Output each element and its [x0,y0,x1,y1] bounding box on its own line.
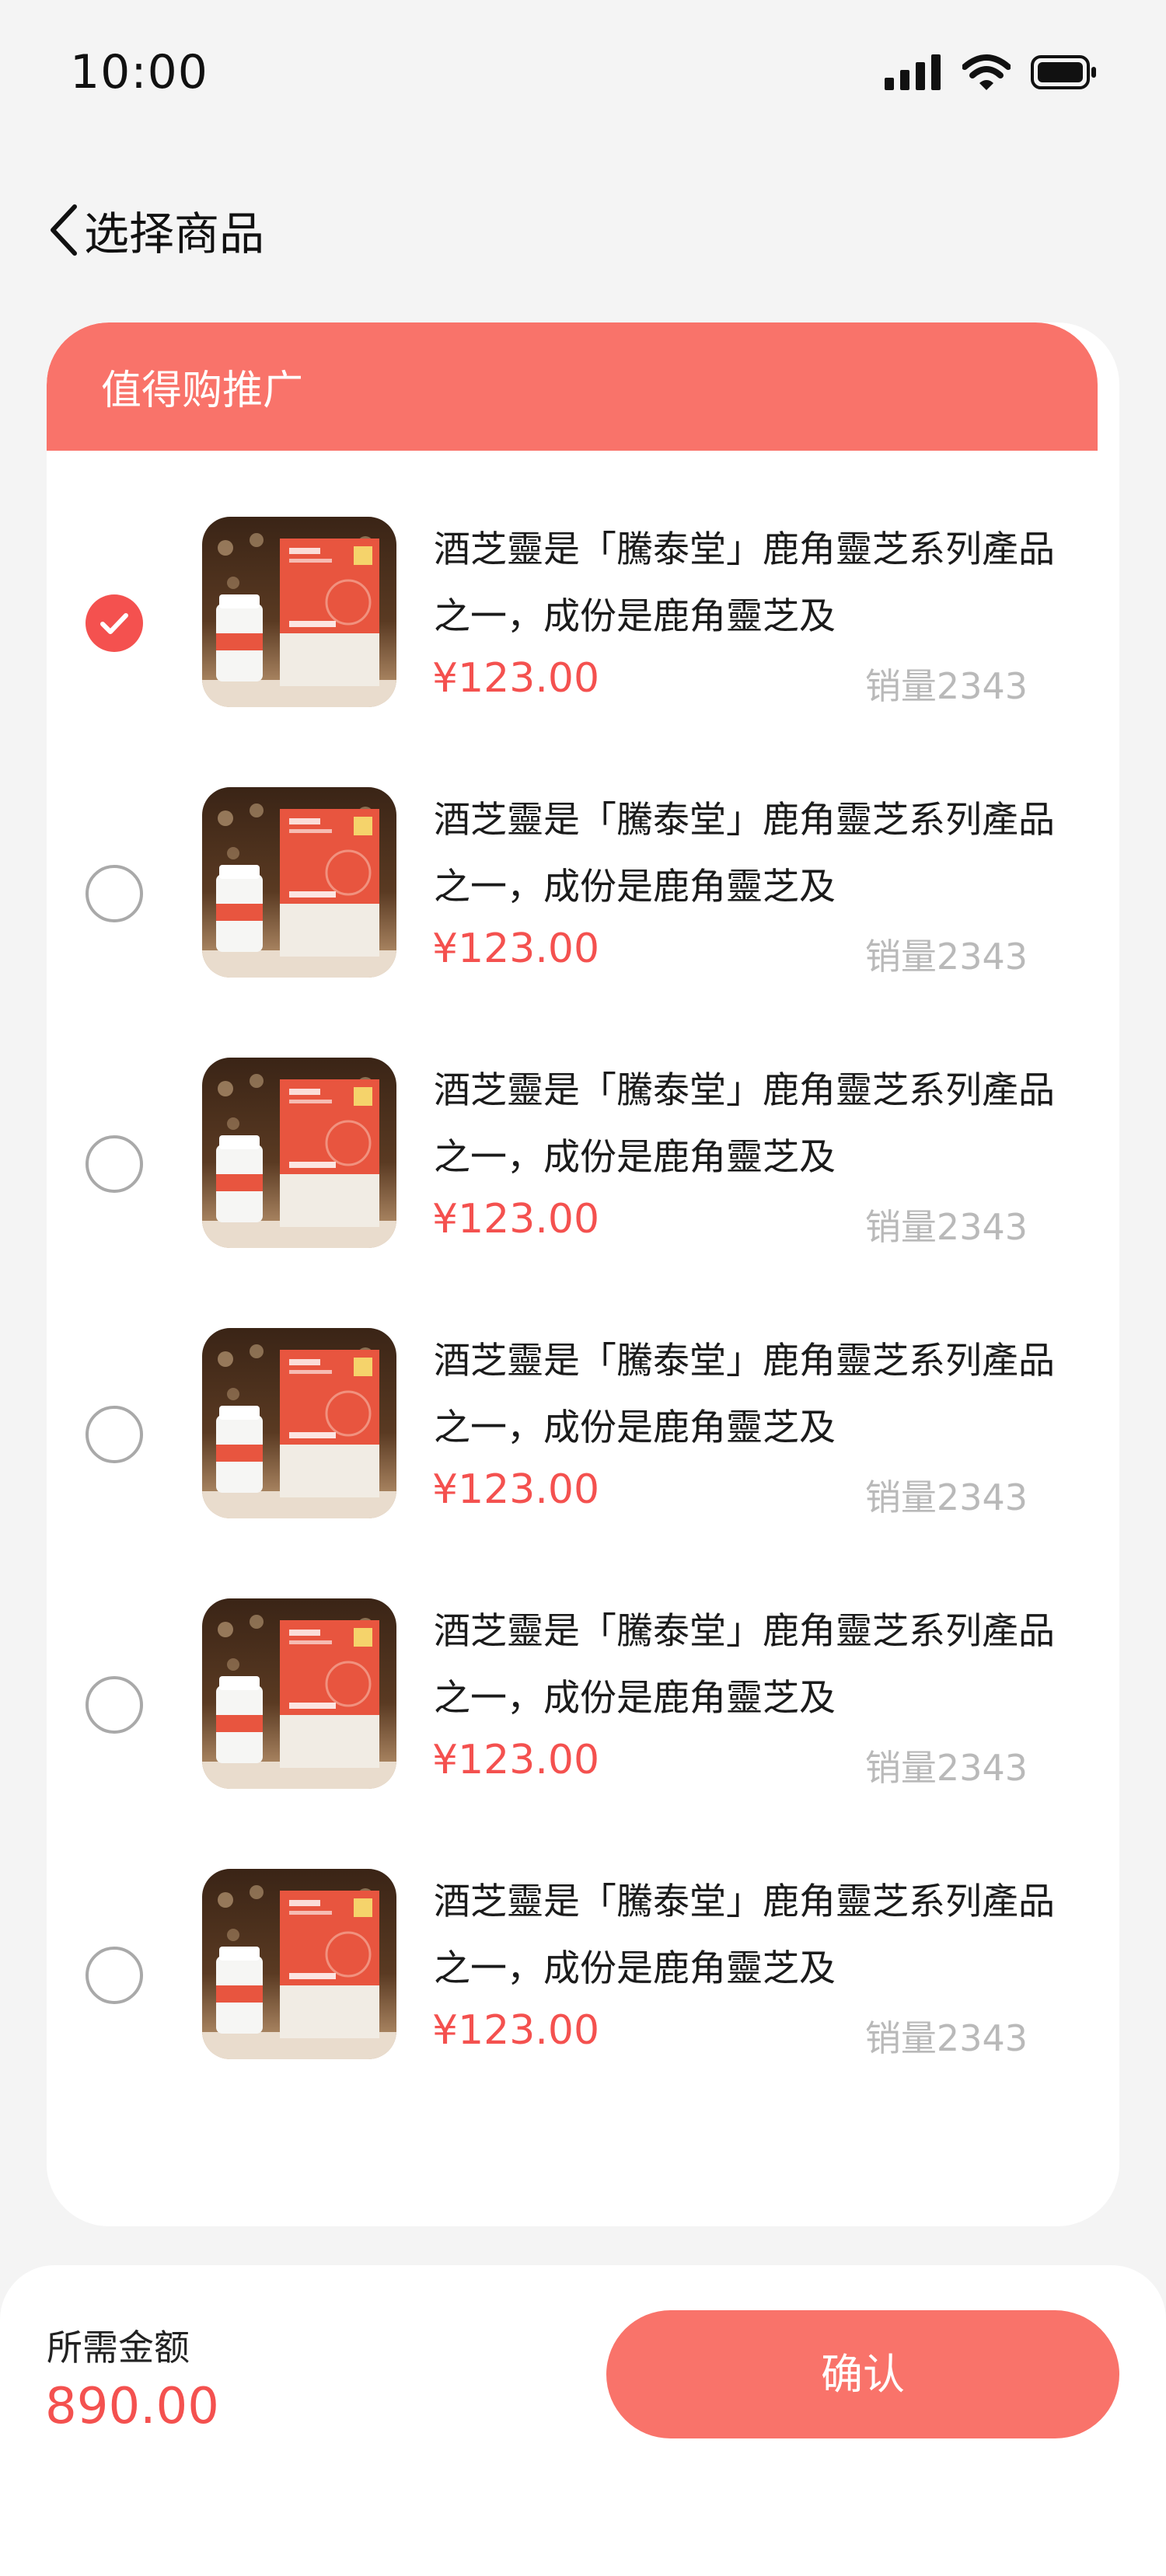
confirm-button[interactable]: 确认 [606,2310,1119,2438]
product-item[interactable]: 酒芝靈是「騰泰堂」鹿角靈芝系列產品之一，成份是鹿角靈芝及 ¥123.00 销量2… [47,1058,1119,1328]
product-title: 酒芝靈是「騰泰堂」鹿角靈芝系列產品之一，成份是鹿角靈芝及 [434,1610,1055,1720]
product-price: ¥123.00 [432,925,600,972]
page-title: 选择商品 [84,207,265,260]
product-card: 值得购推广 酒芝靈是「騰泰堂」鹿角靈芝系列產品之一，成份是鹿角靈芝及 ¥123.… [47,322,1119,2226]
bottom-bar: 所需金额 890.00 确认 [0,2265,1166,2576]
product-price: ¥123.00 [432,2007,600,2054]
product-price: ¥123.00 [432,1196,600,1243]
product-image [202,1598,396,1789]
battery-icon [1031,55,1098,92]
total-amount: 890.00 [45,2378,219,2435]
select-radio[interactable] [86,1135,143,1193]
product-image [202,1058,396,1248]
product-sales: 销量2343 [864,1747,1028,1789]
select-radio[interactable] [86,865,143,922]
select-radio[interactable] [86,594,143,652]
product-title: 酒芝靈是「騰泰堂」鹿角靈芝系列產品之一，成份是鹿角靈芝及 [434,799,1055,908]
status-time: 10:00 [70,45,208,99]
product-sales: 销量2343 [864,1206,1028,1248]
product-item[interactable]: 酒芝靈是「騰泰堂」鹿角靈芝系列產品之一，成份是鹿角靈芝及 ¥123.00 销量2… [47,787,1119,1058]
product-item[interactable]: 酒芝靈是「騰泰堂」鹿角靈芝系列產品之一，成份是鹿角靈芝及 ¥123.00 销量2… [47,1869,1119,2139]
product-list: 酒芝靈是「騰泰堂」鹿角靈芝系列產品之一，成份是鹿角靈芝及 ¥123.00 销量2… [47,517,1119,2139]
total-label: 所需金额 [47,2327,190,2369]
select-radio[interactable] [86,1676,143,1734]
product-image [202,787,396,978]
section-title: 值得购推广 [101,368,304,414]
product-title: 酒芝靈是「騰泰堂」鹿角靈芝系列產品之一，成份是鹿角靈芝及 [434,528,1055,638]
card-header: 值得购推广 [47,322,1098,451]
select-radio[interactable] [86,1947,143,2004]
product-image [202,517,396,707]
product-sales: 销量2343 [864,1476,1028,1518]
signal-icon [885,54,942,93]
product-item[interactable]: 酒芝靈是「騰泰堂」鹿角靈芝系列產品之一，成份是鹿角靈芝及 ¥123.00 销量2… [47,1328,1119,1598]
product-price: ¥123.00 [432,655,600,702]
product-item[interactable]: 酒芝靈是「騰泰堂」鹿角靈芝系列產品之一，成份是鹿角靈芝及 ¥123.00 销量2… [47,517,1119,787]
status-icons [885,54,1098,93]
back-chevron-icon [45,204,84,264]
product-title: 酒芝靈是「騰泰堂」鹿角靈芝系列產品之一，成份是鹿角靈芝及 [434,1340,1055,1449]
product-image [202,1328,396,1518]
product-sales: 销量2343 [864,2017,1028,2059]
product-item[interactable]: 酒芝靈是「騰泰堂」鹿角靈芝系列產品之一，成份是鹿角靈芝及 ¥123.00 销量2… [47,1598,1119,1869]
product-sales: 销量2343 [864,936,1028,978]
status-bar: 10:00 [0,0,1166,148]
wifi-icon [962,54,1011,93]
product-price: ¥123.00 [432,1466,600,1513]
product-title: 酒芝靈是「騰泰堂」鹿角靈芝系列產品之一，成份是鹿角靈芝及 [434,1069,1055,1179]
nav-bar: 选择商品 [0,186,1166,272]
product-image [202,1869,396,2059]
select-radio[interactable] [86,1406,143,1463]
product-title: 酒芝靈是「騰泰堂」鹿角靈芝系列產品之一，成份是鹿角靈芝及 [434,1881,1055,1990]
product-price: ¥123.00 [432,1737,600,1783]
back-button[interactable] [45,199,84,261]
product-sales: 销量2343 [864,665,1028,707]
